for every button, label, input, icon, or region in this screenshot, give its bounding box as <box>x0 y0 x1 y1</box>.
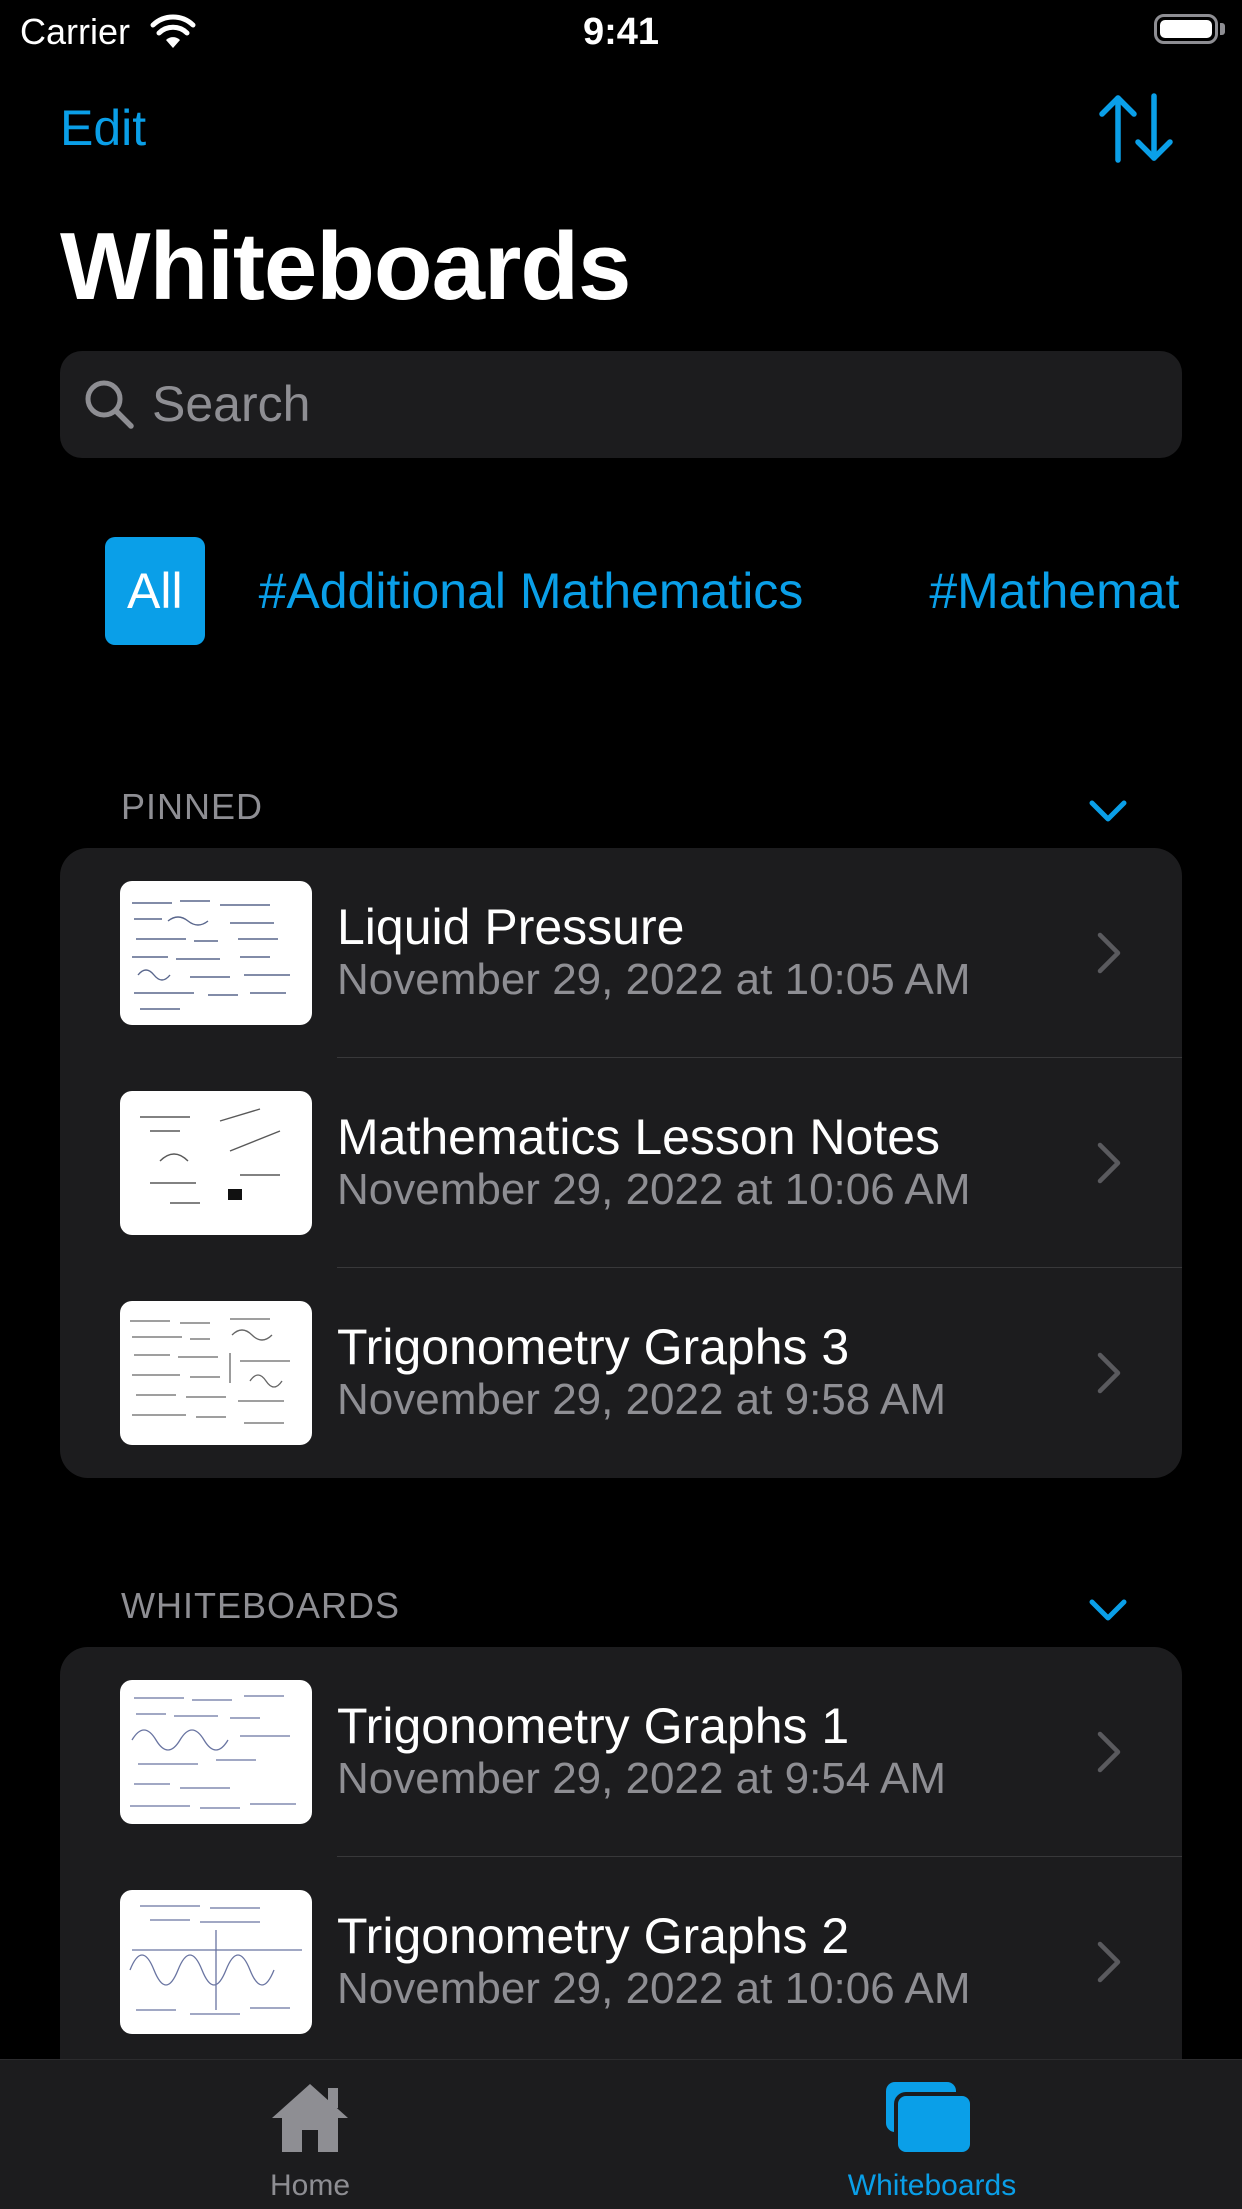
tag-filter-bar: All #Additional Mathematics #Mathematics <box>105 537 1182 647</box>
section-header-pinned: PINNED <box>121 786 264 827</box>
whiteboard-thumbnail <box>120 1301 312 1445</box>
list-item[interactable]: Liquid Pressure November 29, 2022 at 10:… <box>60 848 1182 1058</box>
whiteboard-title: Trigonometry Graphs 3 <box>337 1319 850 1375</box>
whiteboard-date: November 29, 2022 at 10:06 AM <box>337 1964 971 2013</box>
whiteboard-title: Trigonometry Graphs 2 <box>337 1908 850 1964</box>
chevron-right-icon <box>1097 1941 1121 1983</box>
edit-button[interactable]: Edit <box>60 98 146 158</box>
search-bar[interactable] <box>60 351 1182 458</box>
whiteboard-date: November 29, 2022 at 10:05 AM <box>337 955 971 1004</box>
whiteboard-thumbnail <box>120 881 312 1025</box>
filter-chip-all[interactable]: All <box>105 537 205 645</box>
tab-whiteboards-label: Whiteboards <box>847 2169 1017 2202</box>
tab-bar: Home Whiteboards <box>0 2059 1242 2209</box>
list-item[interactable]: Trigonometry Graphs 1 November 29, 2022 … <box>60 1647 1182 1857</box>
sort-arrows-icon[interactable] <box>1096 90 1176 166</box>
chevron-right-icon <box>1097 932 1121 974</box>
whiteboard-date: November 29, 2022 at 9:54 AM <box>337 1754 947 1803</box>
house-icon <box>272 2084 348 2152</box>
whiteboard-date: November 29, 2022 at 10:06 AM <box>337 1165 971 1214</box>
whiteboard-thumbnail <box>120 1680 312 1824</box>
chevron-right-icon <box>1097 1142 1121 1184</box>
tab-whiteboards[interactable]: Whiteboards <box>782 2060 1082 2209</box>
whiteboard-title: Trigonometry Graphs 1 <box>337 1698 850 1754</box>
tab-home[interactable]: Home <box>160 2060 460 2209</box>
search-input[interactable] <box>152 371 1152 437</box>
list-item[interactable]: Mathematics Lesson Notes November 29, 20… <box>60 1058 1182 1268</box>
battery-tip <box>1220 23 1225 35</box>
page-title: Whiteboards <box>60 213 631 320</box>
whiteboard-date: November 29, 2022 at 9:58 AM <box>337 1375 947 1424</box>
chevron-right-icon <box>1097 1731 1121 1773</box>
tab-home-label: Home <box>269 2169 351 2202</box>
search-icon <box>85 380 134 429</box>
whiteboards-list: Trigonometry Graphs 1 November 29, 2022 … <box>60 1647 1182 2127</box>
filter-chip-additional-mathematics[interactable]: #Additional Mathematics <box>259 537 804 645</box>
whiteboard-title: Liquid Pressure <box>337 899 685 955</box>
list-item[interactable]: Trigonometry Graphs 2 November 29, 2022 … <box>60 1857 1182 2067</box>
whiteboards-icon <box>886 2082 974 2156</box>
whiteboard-thumbnail <box>120 1890 312 2034</box>
status-time: 9:41 <box>582 11 660 53</box>
list-item[interactable]: Trigonometry Graphs 3 November 29, 2022 … <box>60 1268 1182 1478</box>
filter-chip-mathematics[interactable]: #Mathematics <box>929 537 1182 645</box>
pinned-list: Liquid Pressure November 29, 2022 at 10:… <box>60 848 1182 1478</box>
battery-icon <box>1154 14 1218 44</box>
section-header-whiteboards: WHITEBOARDS <box>121 1585 401 1626</box>
collapse-pinned-chevron-icon[interactable] <box>1086 795 1130 825</box>
whiteboard-thumbnail <box>120 1091 312 1235</box>
collapse-whiteboards-chevron-icon[interactable] <box>1086 1594 1130 1624</box>
whiteboard-title: Mathematics Lesson Notes <box>337 1109 941 1165</box>
chevron-right-icon <box>1097 1352 1121 1394</box>
